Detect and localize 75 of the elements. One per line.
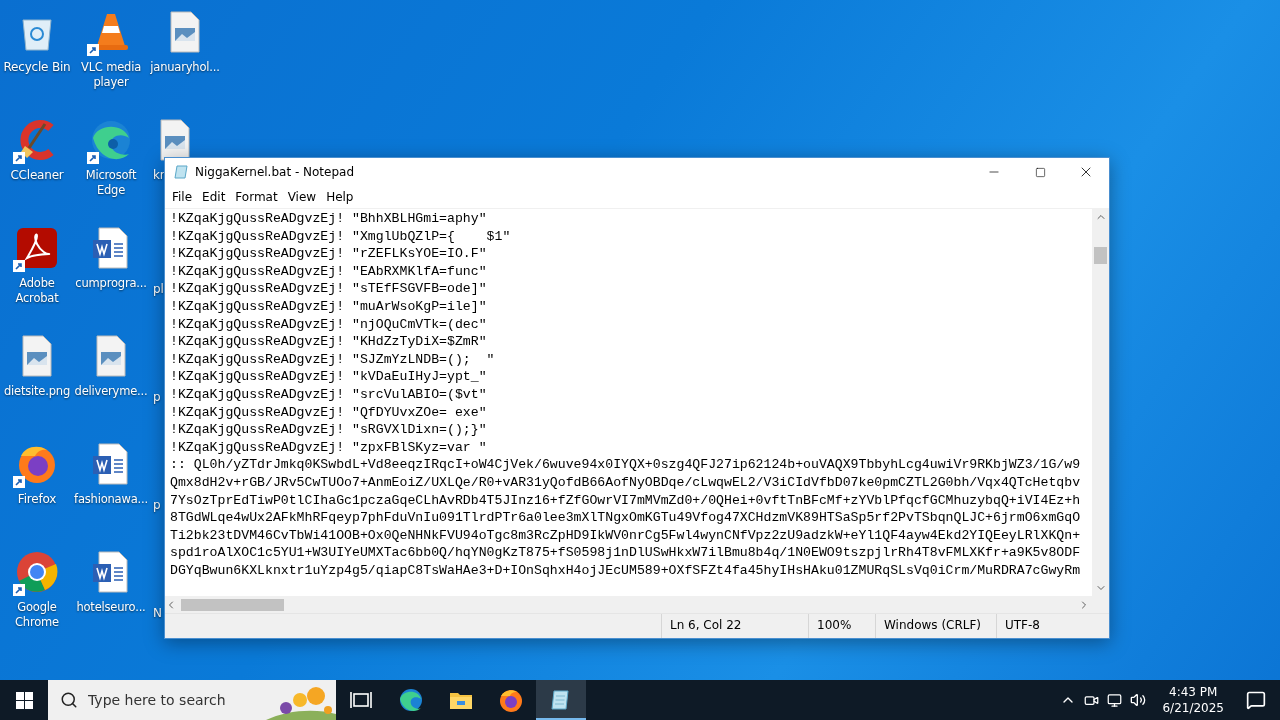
icon-label[interactable]: p <box>153 390 161 405</box>
text-line: !KZqaKjgQussReADgvzEj! "XmglUbQZlP={ $1" <box>170 227 512 246</box>
search-field[interactable]: Type here to search <box>48 680 336 720</box>
text-line: !KZqaKjgQussReADgvzEj! "QfDYUvxZOe= exe" <box>170 403 488 422</box>
text-line: !KZqaKjgQussReADgvzEj! "muArWsoKgP=ile]" <box>170 297 488 316</box>
notepad-icon <box>173 164 189 180</box>
shortcut-arrow-icon <box>13 152 25 164</box>
text-line: !KZqaKjgQussReADgvzEj! "srcVulABIO=($vt" <box>170 385 488 404</box>
text-line: !KZqaKjgQussReADgvzEj! "BhhXBLHGmi=aphy" <box>170 210 488 228</box>
edge-icon <box>89 118 133 162</box>
taskbar-app-button[interactable] <box>536 680 586 720</box>
network-icon[interactable] <box>1107 692 1123 708</box>
icon-label[interactable]: Microsoft Edge <box>74 168 148 198</box>
text-line: 7YsOzTprEdTiwP0tlCIhaGc1pczaGqeCLhAvRDb4T5JInz16+fZfGOwrVI7mMVmZd0+/0QHei+0vftTnBFcMf+zYVblPfqcfGCMhuzybqQ+iVI4Ez+h <box>170 491 1082 510</box>
icon-label[interactable]: N <box>153 606 162 621</box>
firefox-icon <box>498 687 524 713</box>
text-line: !KZqaKjgQussReADgvzEj! "KHdZzTyDiX=$ZmR" <box>170 333 488 351</box>
icon-label[interactable]: fashionawa... <box>74 492 148 507</box>
shortcut-arrow-icon <box>87 152 99 164</box>
maximize-icon <box>1034 166 1046 178</box>
text-line: :: QL0h/yZTdrJmkq0KSwbdL+Vd8eeqzIRqcI+oW4CjVek/6wuve94x0IYQX+0szg4QFJ27ip62124b+ouVAQX9TbbyhLcg4uwiVr9RKbjWZ3/1G/w9 <box>170 456 1082 474</box>
text-line: !KZqaKjgQussReADgvzEj! "zpxFBlSKyz=var " <box>170 438 488 457</box>
notifications-icon[interactable] <box>1246 690 1266 710</box>
icon-label[interactable]: dietsite.png <box>4 384 70 399</box>
icon-label[interactable]: CCleaner <box>10 168 64 183</box>
shortcut-arrow-icon <box>13 476 25 488</box>
cursor-position: Ln 6, Col 22 <box>661 614 808 638</box>
window-title: NiggaKernel.bat - Notepad <box>195 165 356 179</box>
icon-label[interactable]: Adobe Acrobat <box>0 276 74 306</box>
scrollbar-thumb[interactable] <box>1094 247 1107 264</box>
shortcut-arrow-icon <box>87 44 99 56</box>
icon-label[interactable]: Google Chrome <box>0 600 74 630</box>
search-icon <box>60 691 78 709</box>
text-line: !KZqaKjgQussReADgvzEj! "rZEFLKsYOE=IO.F" <box>170 245 488 263</box>
icon-label[interactable]: kr <box>153 168 165 183</box>
icon-label[interactable]: Recycle Bin <box>3 60 71 75</box>
chrome-icon <box>15 550 59 594</box>
icon-label[interactable]: deliveryme... <box>74 384 148 399</box>
menu-item[interactable]: Help <box>321 188 359 206</box>
text-line: DGYqBwun6KXLknxtr1uYzp4g5/qiapC8TsWaHAe3+D+IOnSqhxH4ojJEcUM589+OXfSFZt4fa45hyIHsHAku01ZMURqSLsVq0iCrm/MuRDRA7cGwyRm <box>170 561 1082 580</box>
shortcut-arrow-icon <box>13 584 25 596</box>
windows-logo-icon <box>15 691 33 709</box>
text-line: !KZqaKjgQussReADgvzEj! "SJZmYzLNDB=(); " <box>170 350 496 369</box>
icon-label[interactable]: p <box>153 498 161 513</box>
edge-icon <box>398 687 424 713</box>
scrollbar-thumb[interactable] <box>181 598 284 611</box>
menu-item[interactable]: Format <box>230 188 283 206</box>
pdf-app-icon <box>15 226 59 270</box>
clock[interactable]: 4:43 PM 6/21/2025 <box>1154 684 1232 716</box>
menu-item[interactable]: Edit <box>197 188 231 206</box>
menu-item[interactable]: View <box>282 188 322 206</box>
menu-item[interactable]: File <box>167 188 198 206</box>
shortcut-arrow-icon <box>13 260 25 272</box>
text-line: Ti2bk23tDVM46CvTbWi41OOB+Ox0QeNHNkFVU94oTgc8m3RcZpHD9IkWV0nrCg5Fwl4wynCNfVpz2zU9adzkW+eYl1QF4ayw4Ekd2YIQEeyLRlXKQn+ <box>170 526 1082 545</box>
line-ending: Windows (CRLF) <box>875 614 996 638</box>
volume-icon[interactable] <box>1130 692 1147 708</box>
text-line: !KZqaKjgQussReADgvzEj! "EAbRXMKlfA=func" <box>170 262 488 281</box>
icon-label[interactable]: januaryhol... <box>150 60 220 75</box>
icon-label[interactable]: pl <box>153 282 164 297</box>
text-line: spd1roAlXOC1c5YU1+W3UIYeUMXTac6bb0Q/hqYN0gKzT875+fS0598j1nDlUSwHkxW7ilBmu8b4q/1N0EWO9tszpjlrRh4T8vFMLXKfr+a9K5v8ODF <box>170 544 1082 562</box>
icon-label[interactable]: Firefox <box>17 492 57 507</box>
vertical-scrollbar[interactable] <box>1092 209 1109 596</box>
horizontal-scrollbar[interactable] <box>165 596 1092 613</box>
icon-label[interactable]: cumprogra... <box>75 276 147 291</box>
text-line: 8TGdWLqe4wUx2AFkMhRFqeyp7phFduVnIu091TlrdPTr6a0lee3mXlTNgxOmKGTu49Vfog47XCHdzmVK89HTSaSp5rf2PvTSbqnQLJC+6jrmO6xmGqO <box>170 509 1082 527</box>
text-line: Qmx8dH2v+rGB/JRv5CwTUOo7+AnmEoiZ/UXLQe/R0+vAR31yQofdB66AofNyOBDqe/cLwqwEL2/V3iCIdVfbD07ke0pmCZTL2G0bh/Vqx4QTcHetqbv <box>170 473 1082 492</box>
text-line: !KZqaKjgQussReADgvzEj! "sTEfFSGVFB=ode]" <box>170 280 488 298</box>
encoding: UTF-8 <box>996 614 1109 638</box>
icon-label[interactable]: hotelseuro... <box>76 600 146 615</box>
text-line: !KZqaKjgQussReADgvzEj! "sRGVXlDixn=();}" <box>170 421 488 439</box>
flowers-drawing <box>266 684 336 720</box>
icon-label[interactable]: VLC media player <box>74 60 148 90</box>
zoom-level: 100% <box>808 614 875 638</box>
text-line: !KZqaKjgQussReADgvzEj! "njOQuCmVTk=(dec" <box>170 315 488 334</box>
text-line: !KZqaKjgQussReADgvzEj! "kVDaEuIHyJ=ypt_" <box>170 368 488 386</box>
